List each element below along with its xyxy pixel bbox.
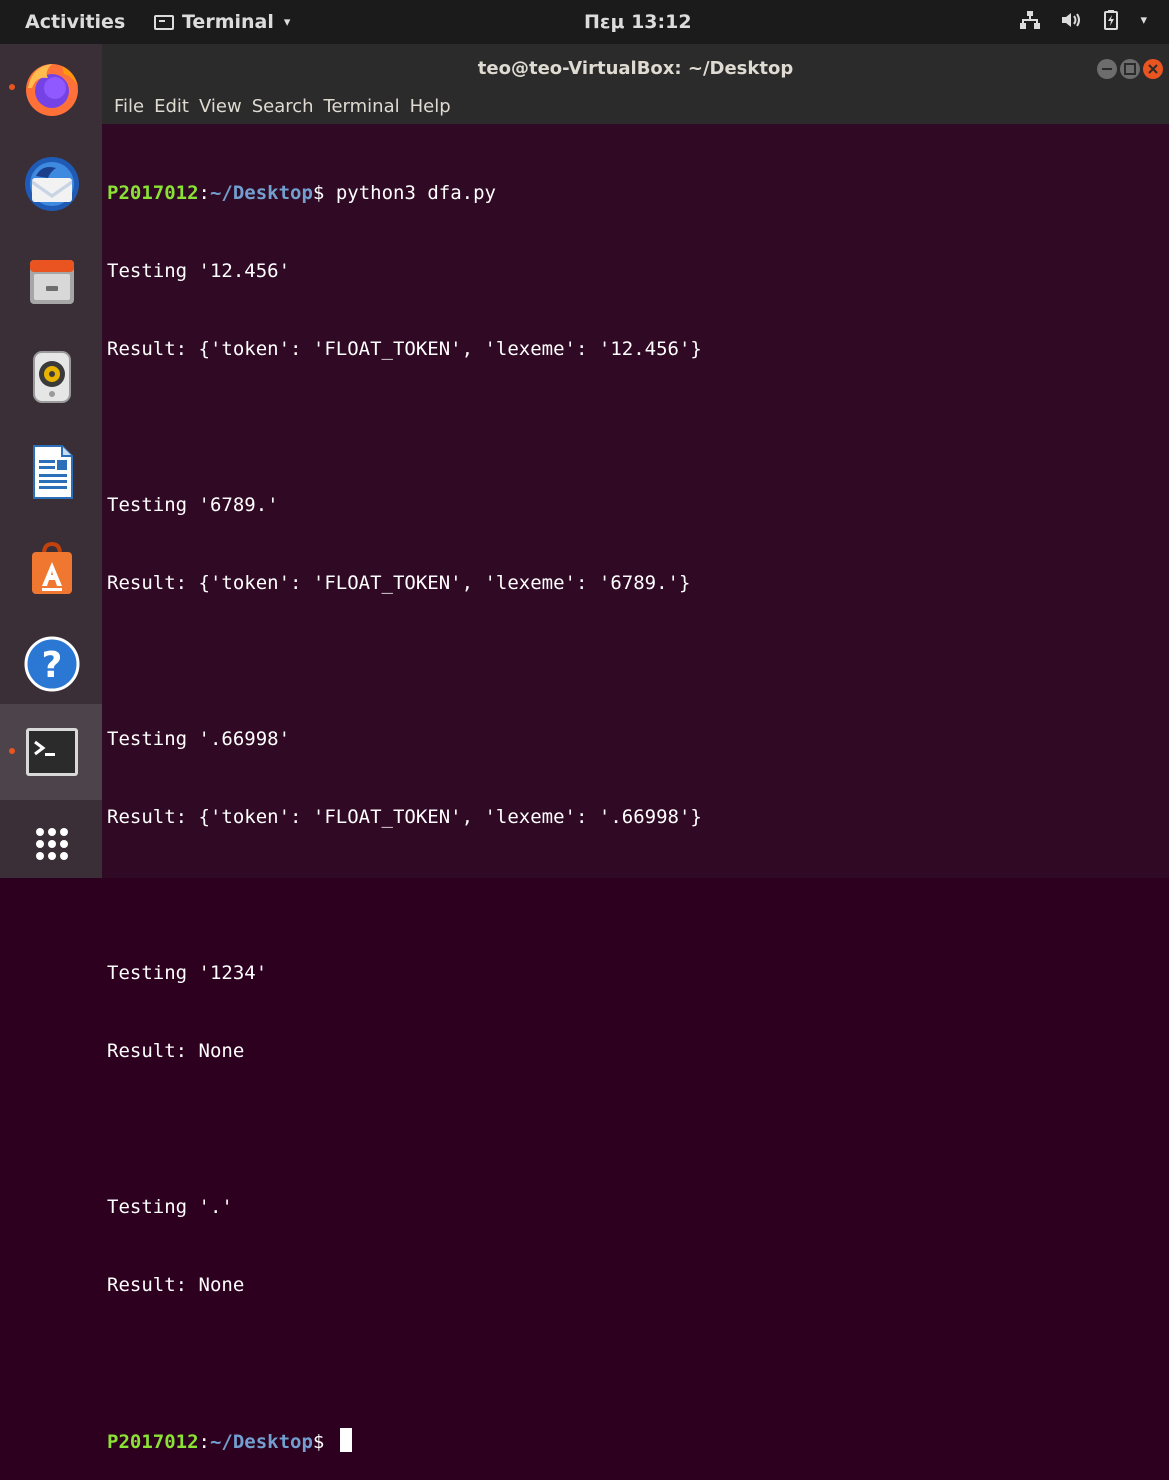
output-line: Testing '12.456'	[107, 260, 291, 282]
window-menubar: File Edit View Search Terminal Help	[102, 92, 1169, 124]
maximize-icon	[1124, 63, 1136, 75]
output-line: Testing '.66998'	[107, 728, 291, 750]
output-line: Result: {'token': 'FLOAT_TOKEN', 'lexeme…	[107, 806, 702, 828]
libreoffice-writer-icon	[33, 445, 73, 499]
help-icon: ?	[24, 636, 80, 692]
menu-terminal[interactable]: Terminal	[324, 92, 400, 124]
dock-item-show-applications[interactable]	[0, 800, 102, 884]
prompt-user: P2017012	[107, 182, 199, 204]
prompt-separator: :	[198, 1431, 210, 1453]
running-indicator	[9, 748, 15, 754]
command-text: python3 dfa.py	[335, 182, 496, 204]
prompt-line: P2017012:~/Desktop$	[107, 1428, 1169, 1454]
maximize-button[interactable]	[1120, 59, 1140, 79]
clock[interactable]: Πεμ 13:12	[584, 11, 692, 33]
terminal-icon	[154, 14, 174, 30]
output-line: Testing '6789.'	[107, 494, 279, 516]
minimize-button[interactable]	[1097, 59, 1117, 79]
prompt-symbol: $	[312, 182, 325, 204]
top-bar: Activities Terminal ▾ Πεμ 13:12 ▾	[0, 0, 1169, 44]
output-line: Testing '.'	[107, 1196, 233, 1218]
dock: ?	[0, 44, 102, 878]
menu-help[interactable]: Help	[410, 92, 451, 124]
output-line: Result: {'token': 'FLOAT_TOKEN', 'lexeme…	[107, 572, 691, 594]
prompt-line: P2017012:~/Desktop$ python3 dfa.py	[107, 180, 1169, 206]
terminal-icon	[26, 728, 78, 776]
activities-button[interactable]: Activities	[25, 11, 125, 33]
menu-view[interactable]: View	[199, 92, 242, 124]
menu-file[interactable]: File	[114, 92, 144, 124]
app-menu-label: Terminal	[182, 11, 274, 33]
chevron-down-icon: ▾	[283, 14, 291, 30]
files-icon	[30, 260, 74, 304]
output-line: Result: None	[107, 1040, 245, 1062]
window-title: teo@teo-VirtualBox: ~/Desktop	[477, 58, 794, 79]
terminal-output[interactable]: P2017012:~/Desktop$ python3 dfa.py Testi…	[102, 124, 1169, 1453]
output-line: Testing '1234'	[107, 962, 268, 984]
menu-edit[interactable]: Edit	[154, 92, 189, 124]
prompt-symbol: $	[312, 1431, 325, 1453]
system-tray[interactable]: ▾	[1020, 10, 1147, 30]
volume-icon	[1062, 11, 1082, 29]
dock-item-help[interactable]: ?	[0, 620, 102, 704]
rhythmbox-icon	[33, 351, 71, 403]
battery-icon	[1104, 10, 1119, 30]
minimize-icon	[1102, 68, 1112, 70]
dock-item-files[interactable]	[0, 236, 102, 320]
prompt-path: ~/Desktop	[209, 182, 313, 204]
dock-item-libreoffice-writer[interactable]	[0, 428, 102, 512]
dock-item-software-center[interactable]	[0, 524, 102, 608]
software-center-icon	[32, 541, 72, 594]
output-line: Result: None	[107, 1274, 245, 1296]
dock-item-terminal[interactable]	[0, 704, 102, 800]
text-cursor	[339, 1428, 352, 1452]
dock-item-firefox[interactable]	[0, 44, 102, 128]
app-menu[interactable]: Terminal ▾	[154, 11, 290, 33]
prompt-path: ~/Desktop	[209, 1431, 313, 1453]
dock-item-rhythmbox[interactable]	[0, 332, 102, 416]
grid-icon	[36, 828, 68, 860]
close-icon	[1148, 64, 1158, 74]
running-indicator	[9, 84, 15, 90]
prompt-separator: :	[198, 182, 210, 204]
dock-item-thunderbird[interactable]	[0, 140, 102, 224]
close-button[interactable]	[1143, 59, 1163, 79]
network-icon	[1020, 11, 1041, 29]
thunderbird-icon	[25, 157, 79, 211]
svg-text:?: ?	[42, 645, 63, 686]
chevron-down-icon: ▾	[1140, 12, 1147, 28]
output-line: Result: {'token': 'FLOAT_TOKEN', 'lexeme…	[107, 338, 702, 360]
menu-search[interactable]: Search	[252, 92, 314, 124]
window-titlebar[interactable]: teo@teo-VirtualBox: ~/Desktop	[102, 44, 1169, 92]
prompt-user: P2017012	[107, 1431, 199, 1453]
firefox-icon	[26, 64, 78, 116]
